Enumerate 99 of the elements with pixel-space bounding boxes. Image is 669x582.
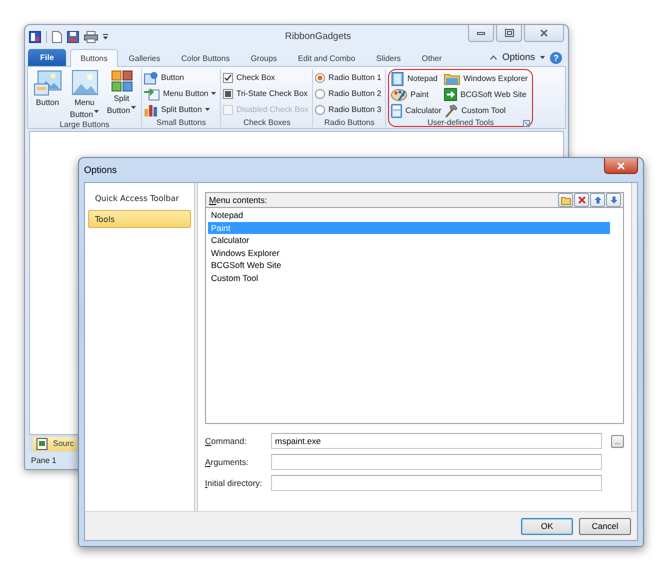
tool-button[interactable]: Paint	[391, 87, 444, 102]
input-field[interactable]	[271, 454, 602, 470]
group-title: Radio Buttons	[324, 118, 375, 126]
save-icon	[67, 30, 79, 42]
move-down-button[interactable]	[606, 193, 621, 207]
delete-button[interactable]	[574, 193, 589, 207]
radio-button[interactable]	[315, 104, 326, 114]
folder-icon	[444, 72, 460, 85]
arrow-icon	[444, 88, 458, 101]
tool-button[interactable]: Calculator	[391, 103, 444, 118]
caret-icon	[211, 92, 216, 95]
radio-label: Radio Button 1	[328, 73, 382, 82]
hammer-icon	[444, 104, 458, 118]
list-header: Menu contents:	[209, 195, 268, 205]
caret-icon	[540, 56, 545, 59]
collapse-icon	[490, 55, 498, 60]
radio-button[interactable]	[315, 72, 326, 82]
list-item[interactable]: BCGSoft Web Site	[208, 259, 610, 272]
ribbon-tab[interactable]: Other	[411, 49, 452, 66]
tool-button[interactable]: BCGSoft Web Site	[444, 87, 530, 102]
radio-label: Radio Button 3	[328, 105, 382, 114]
close-button[interactable]	[604, 158, 638, 174]
dialog-title: Options	[84, 164, 118, 176]
list-item[interactable]: Calculator	[208, 234, 610, 246]
options-menu[interactable]: Options	[502, 52, 535, 63]
tool-button[interactable]: Notepad	[391, 71, 444, 86]
checkbox[interactable]	[223, 72, 234, 82]
palette-icon	[391, 88, 408, 101]
close-icon	[617, 162, 625, 170]
radio-button[interactable]	[315, 88, 326, 98]
caret-icon	[131, 106, 136, 109]
app-icon	[29, 30, 41, 42]
status-text: Pane 1	[31, 456, 56, 465]
ribbon-tab[interactable]: Color Buttons	[170, 49, 240, 66]
small-button[interactable]: Menu Button	[144, 86, 218, 101]
checkbox-label: Tri-State Check Box	[236, 89, 308, 98]
large-button[interactable]: Menu Button	[67, 69, 102, 120]
notebook-icon	[391, 72, 404, 86]
checkbox-label: Disabled Check Box	[236, 105, 308, 114]
dialog-button[interactable]: Cancel	[579, 518, 631, 534]
checkbox-label: Check Box	[236, 73, 276, 82]
new-item-button[interactable]	[558, 193, 573, 207]
calculator-icon	[391, 104, 402, 118]
group-title: Check Boxes	[243, 118, 290, 126]
window-icon	[144, 70, 158, 84]
category-item[interactable]: Tools	[88, 210, 191, 228]
small-button[interactable]: Button	[144, 70, 218, 85]
checkbox[interactable]	[223, 88, 234, 98]
move-up-button[interactable]	[590, 193, 605, 207]
close-button[interactable]	[524, 25, 564, 42]
large-button[interactable]: Split Button	[104, 69, 139, 120]
minimize-icon	[477, 32, 485, 34]
customize-caret-icon	[103, 34, 108, 40]
list-item[interactable]: Windows Explorer	[208, 246, 610, 259]
document-tab[interactable]: Sourc	[33, 436, 77, 450]
large-button[interactable]: Button	[30, 69, 65, 120]
down-arrow-icon	[610, 196, 618, 204]
group-title: Large Buttons	[60, 120, 110, 129]
maximize-button[interactable]	[496, 25, 522, 42]
group-title: Small Buttons	[156, 118, 206, 126]
ribbon-tab[interactable]: Edit and Combo	[287, 49, 366, 66]
category-item[interactable]: Quick Access Toolbar	[88, 189, 191, 207]
launcher-icon	[522, 120, 530, 127]
new-document-icon	[52, 30, 62, 42]
radio-label: Radio Button 2	[328, 89, 382, 98]
field-label: Command:	[205, 436, 248, 446]
tool-button[interactable]: Custom Tool	[444, 103, 530, 118]
input-field[interactable]	[271, 475, 602, 491]
picture-icon	[72, 70, 98, 96]
list-item[interactable]: Custom Tool	[208, 272, 610, 284]
help-button[interactable]: ?	[550, 52, 562, 64]
menu-icon	[144, 86, 160, 100]
field-label: Initial directory:	[205, 478, 264, 488]
window-title: RibbonGadgets	[284, 31, 352, 42]
group-title: User-defined Tools	[427, 118, 494, 127]
tool-button[interactable]: Windows Explorer	[444, 71, 530, 86]
list-item[interactable]: Notepad	[208, 209, 610, 222]
field-label: Arguments:	[205, 457, 250, 467]
chart-icon	[144, 102, 158, 116]
small-button[interactable]: Split Button	[144, 102, 218, 117]
picture-icon	[34, 70, 62, 96]
file-tab[interactable]: File	[28, 49, 66, 66]
up-arrow-icon	[594, 196, 602, 204]
ribbon-tab[interactable]: Groups	[240, 49, 288, 66]
ribbon-tab[interactable]: Sliders	[366, 49, 412, 66]
document-icon	[36, 438, 48, 450]
delete-icon	[578, 196, 586, 204]
ribbon-tab[interactable]: Galleries	[118, 49, 171, 66]
close-icon	[540, 29, 548, 37]
maximize-icon	[504, 29, 514, 37]
input-field[interactable]: mspaint.exe	[271, 433, 602, 449]
ribbon-tab[interactable]: Buttons	[70, 49, 118, 67]
caret-icon	[204, 108, 210, 111]
dialog-button[interactable]: OK	[521, 518, 573, 534]
tiles-icon	[110, 70, 132, 92]
caret-icon	[94, 110, 100, 113]
print-icon	[84, 30, 98, 42]
folder-icon	[560, 196, 570, 204]
minimize-button[interactable]	[468, 25, 494, 42]
